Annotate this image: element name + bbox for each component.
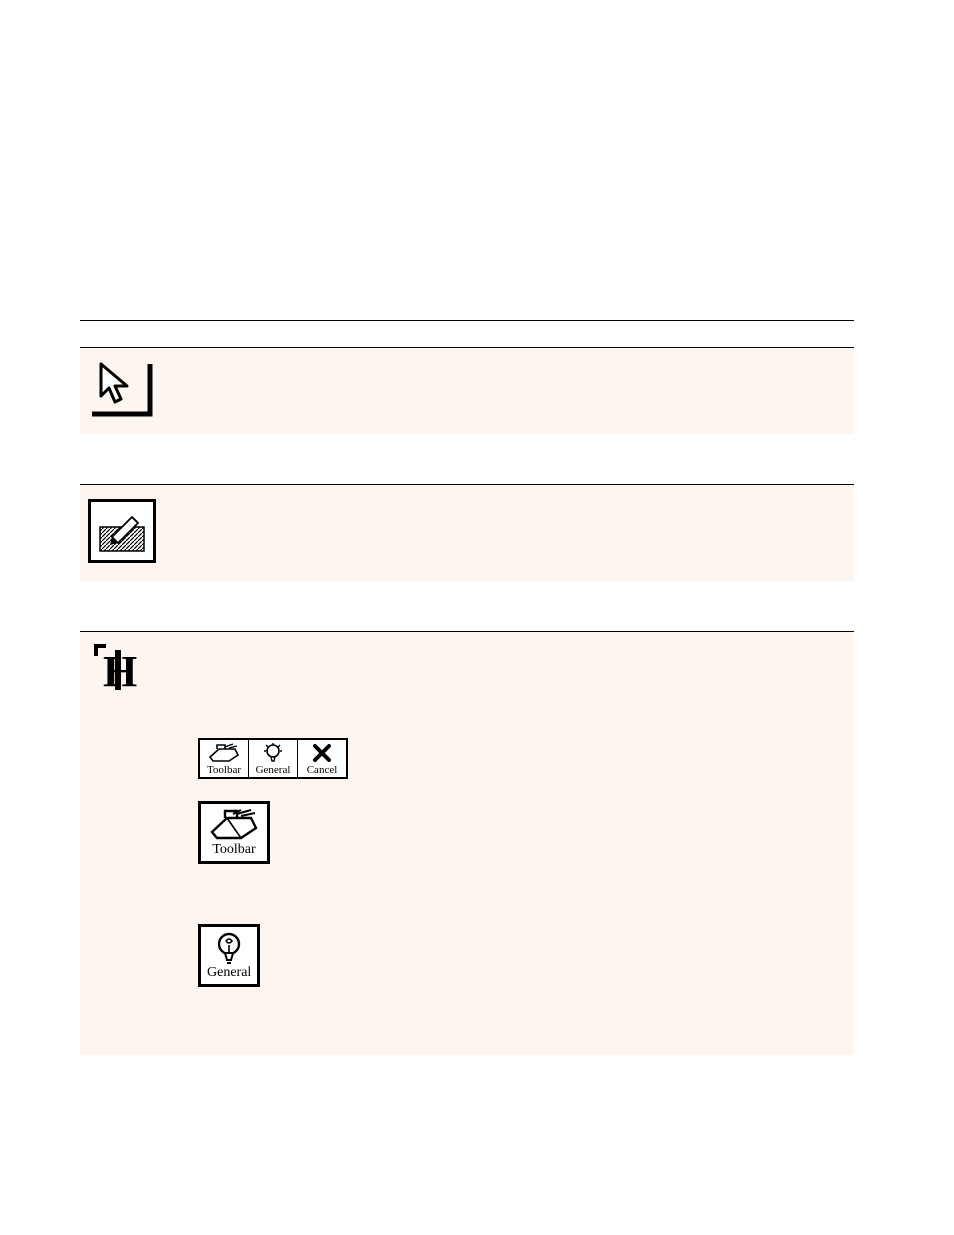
preferences-icon[interactable]: H [94,644,154,702]
big-button-label: General [207,965,251,981]
toolbar-button-label: General [256,764,291,776]
preferences-toolbar: Toolbar General Cancel [198,738,348,779]
big-button-general[interactable]: General [198,924,260,987]
section-preferences: H Toolbar [80,632,854,1055]
section-pencil-tool [80,485,854,581]
pencil-tool-icon [98,509,146,553]
toolbar-button-toolbar[interactable]: Toolbar [200,740,249,777]
big-button-toolbar[interactable]: Toolbar [198,801,270,864]
pencil-tool-button[interactable] [88,499,156,563]
spacer [88,789,846,795]
spacer [88,706,846,734]
section-pointer-tool [80,348,854,434]
lightbulb-icon [209,931,249,965]
document-page: H Toolbar [0,0,954,1115]
spacer [80,321,854,347]
spacer [80,434,854,484]
cancel-x-icon [312,742,332,764]
spacer [80,581,854,631]
toolbar-button-label: Cancel [307,764,338,776]
spacer [88,872,846,918]
blank-top-space [80,60,854,320]
toolbar-button-cancel[interactable]: Cancel [298,740,346,777]
toolbox-icon [207,742,241,764]
cursor-arrow-icon [98,362,134,406]
lightbulb-icon [261,742,285,764]
toolbar-button-label: Toolbar [207,764,241,776]
toolbox-icon [207,808,261,842]
preferences-glyph: H [103,648,145,702]
big-button-label: Toolbar [212,842,255,858]
pointer-tool-icon[interactable] [88,360,154,418]
toolbar-button-general[interactable]: General [249,740,298,777]
